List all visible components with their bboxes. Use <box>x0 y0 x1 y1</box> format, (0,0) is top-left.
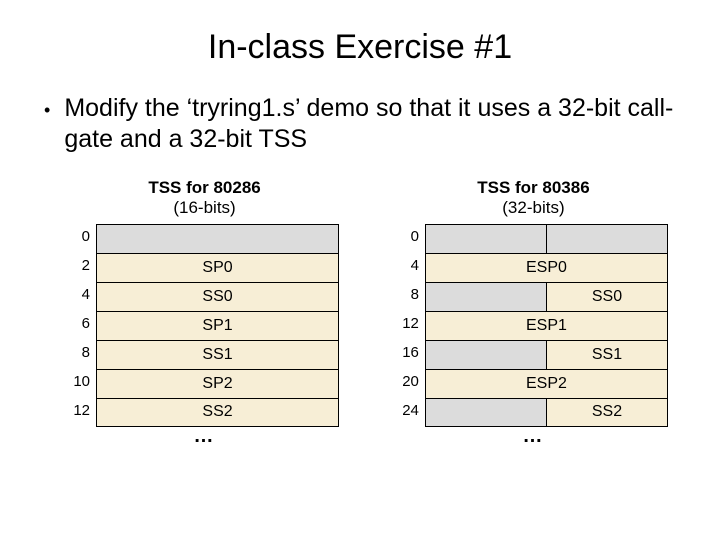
ellipsis-icon: … <box>399 425 668 448</box>
table-row: 20 ESP2 <box>399 369 668 398</box>
tss-32bit: TSS for 80386 (32-bits) 0 4 ESP0 8 <box>399 178 668 448</box>
tss-16bit: TSS for 80286 (16-bits) 0 2 SP0 4 SS0 6 <box>70 178 339 448</box>
row-cell-lower: SS1 <box>546 340 668 369</box>
table-row: 16 SS1 <box>399 340 668 369</box>
table-row: 10 SP2 <box>70 369 339 398</box>
row-offset: 16 <box>399 340 425 369</box>
table-row: 0 <box>399 224 668 253</box>
table-row: 24 SS2 <box>399 398 668 427</box>
row-offset: 12 <box>70 398 96 427</box>
row-label: ESP1 <box>425 311 668 340</box>
bullet-text: Modify the ‘tryring1.s’ demo so that it … <box>64 93 680 156</box>
tss-32bit-subtitle: (32-bits) <box>399 198 668 218</box>
row-cell-upper <box>425 340 546 369</box>
row-cell-lower: SS2 <box>546 398 668 427</box>
slide: In-class Exercise #1 • Modify the ‘tryri… <box>0 0 720 540</box>
tss-32bit-header: TSS for 80386 (32-bits) <box>399 178 668 218</box>
row-cell-upper <box>425 398 546 427</box>
table-row: 4 SS0 <box>70 282 339 311</box>
ellipsis-icon: … <box>70 425 339 448</box>
row-cell-upper <box>425 224 546 253</box>
row-label: SS1 <box>96 340 339 369</box>
row-offset: 2 <box>70 253 96 282</box>
row-offset: 4 <box>70 282 96 311</box>
row-offset: 4 <box>399 253 425 282</box>
row-label: SP1 <box>96 311 339 340</box>
table-row: 8 SS0 <box>399 282 668 311</box>
row-offset: 24 <box>399 398 425 427</box>
row-offset: 10 <box>70 369 96 398</box>
tss-16bit-header: TSS for 80286 (16-bits) <box>70 178 339 218</box>
row-label: SP2 <box>96 369 339 398</box>
tss-16bit-title: TSS for 80286 <box>70 178 339 198</box>
row-cell-lower: SS0 <box>546 282 668 311</box>
row-cell-upper <box>425 282 546 311</box>
tss-32bit-title: TSS for 80386 <box>399 178 668 198</box>
table-row: 2 SP0 <box>70 253 339 282</box>
row-cell-lower <box>546 224 668 253</box>
row-label: ESP0 <box>425 253 668 282</box>
tss-32bit-body: 0 4 ESP0 8 SS0 12 ESP1 <box>399 224 668 427</box>
table-row: 4 ESP0 <box>399 253 668 282</box>
table-row: 12 ESP1 <box>399 311 668 340</box>
slide-title: In-class Exercise #1 <box>40 28 680 67</box>
table-row: 6 SP1 <box>70 311 339 340</box>
row-label: SP0 <box>96 253 339 282</box>
table-row: 12 SS2 <box>70 398 339 427</box>
tss-tables: TSS for 80286 (16-bits) 0 2 SP0 4 SS0 6 <box>40 178 680 448</box>
row-offset: 8 <box>399 282 425 311</box>
row-offset: 6 <box>70 311 96 340</box>
row-offset: 12 <box>399 311 425 340</box>
row-offset: 0 <box>70 224 96 253</box>
row-label: SS2 <box>96 398 339 427</box>
bullet-item: • Modify the ‘tryring1.s’ demo so that i… <box>44 93 680 156</box>
row-offset: 20 <box>399 369 425 398</box>
tss-16bit-body: 0 2 SP0 4 SS0 6 SP1 8 SS1 <box>70 224 339 427</box>
table-row: 0 <box>70 224 339 253</box>
tss-16bit-subtitle: (16-bits) <box>70 198 339 218</box>
row-offset: 8 <box>70 340 96 369</box>
row-label <box>96 224 339 253</box>
row-label: SS0 <box>96 282 339 311</box>
row-label: ESP2 <box>425 369 668 398</box>
table-row: 8 SS1 <box>70 340 339 369</box>
bullet-dot-icon: • <box>44 99 50 122</box>
row-offset: 0 <box>399 224 425 253</box>
